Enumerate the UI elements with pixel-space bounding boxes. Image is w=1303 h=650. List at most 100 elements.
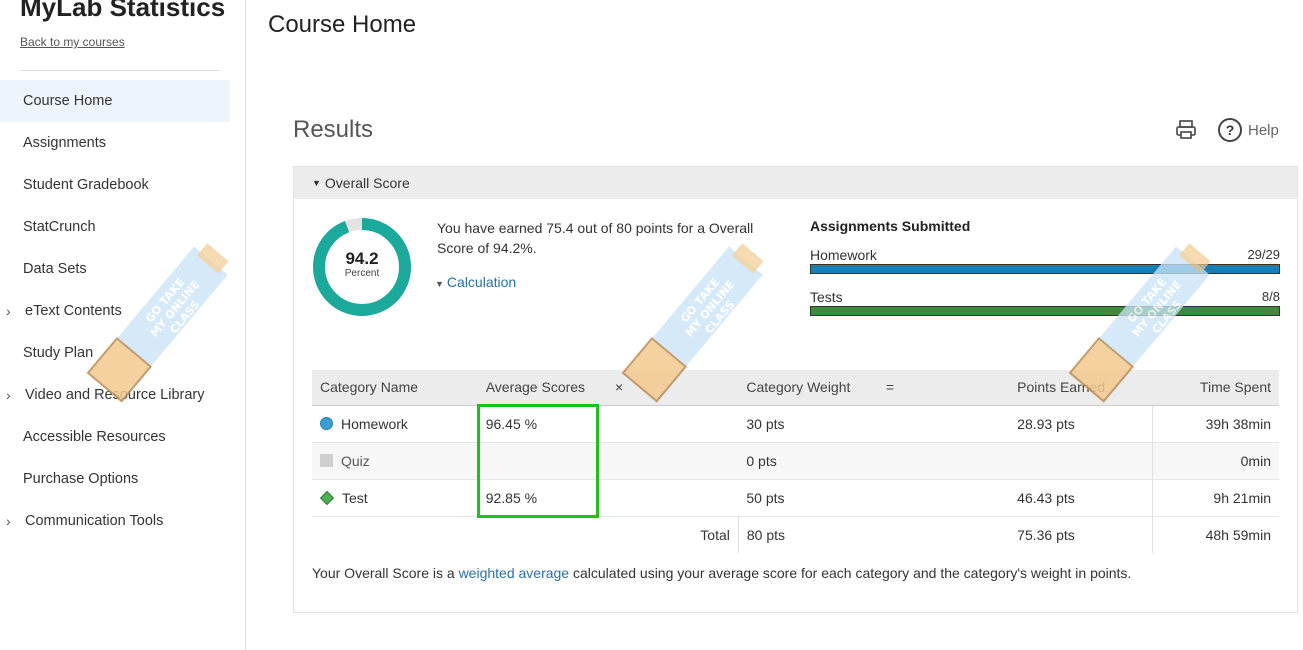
category-scores-table: Category Name Average Scores × Category …: [312, 370, 1279, 553]
spacer-cell: [877, 442, 1010, 480]
spacer-cell: [878, 516, 1009, 553]
table-row-total: Total 80 pts 75.36 pts 48h 59min: [312, 516, 1279, 553]
average-score-cell: 96.45 %: [477, 405, 608, 443]
table-row-quiz: Quiz 0 pts 0min: [312, 442, 1279, 480]
col-average-scores: Average Scores: [477, 370, 608, 406]
tests-submitted-label: Tests: [810, 289, 843, 305]
sidebar-item-label: Video and Resource Library: [25, 387, 205, 403]
average-score-cell: [477, 442, 608, 480]
sidebar-item-label: Student Gradebook: [23, 177, 149, 193]
category-cell: Test: [312, 479, 478, 517]
sidebar-item-label: eText Contents: [25, 303, 122, 319]
tests-submitted-count: 8/8: [1261, 289, 1280, 304]
sidebar-item-data-sets[interactable]: Data Sets: [0, 248, 245, 290]
points-cell: 28.93 pts: [1009, 405, 1153, 443]
sidebar-item-accessible-resources[interactable]: Accessible Resources: [0, 416, 245, 458]
sidebar-item-label: Accessible Resources: [23, 429, 166, 445]
homework-progress-bar: [810, 264, 1280, 274]
spacer-cell: [607, 405, 739, 443]
weight-cell: 50 pts: [738, 479, 878, 517]
calculation-link-label: Calculation: [446, 274, 517, 290]
print-icon[interactable]: [1174, 119, 1198, 141]
tests-progress-fill: [811, 307, 1279, 315]
spacer-cell: [607, 479, 739, 517]
spacer-cell: [877, 405, 1010, 443]
sidebar-item-study-plan[interactable]: Study Plan: [0, 332, 245, 374]
overall-score-header: Overall Score: [324, 175, 410, 191]
sidebar-item-video-resource-library[interactable]: › Video and Resource Library: [0, 374, 245, 416]
caret-down-icon: ▼: [435, 279, 444, 289]
col-time-spent: Time Spent: [1152, 370, 1279, 406]
homework-progress-fill: [811, 265, 1279, 273]
weight-cell: 0 pts: [738, 442, 878, 480]
sidebar-item-label: StatCrunch: [23, 219, 96, 235]
homework-submitted-label: Homework: [810, 247, 877, 263]
average-score-cell: 92.85 %: [477, 479, 608, 517]
help-label: Help: [1248, 121, 1279, 139]
col-category-weight: Category Weight: [738, 370, 878, 406]
col-equals-symbol: =: [877, 370, 1010, 406]
weighted-average-link[interactable]: weighted average: [459, 565, 570, 581]
tests-progress-bar: [810, 306, 1280, 316]
total-label: Total: [700, 526, 730, 543]
score-unit: Percent: [344, 268, 380, 279]
overall-score-footnote: Your Overall Score is a weighted average…: [312, 565, 1131, 581]
sidebar: MyLab Statistics Back to my courses Cour…: [0, 0, 246, 650]
total-time: 48h 59min: [1152, 516, 1279, 553]
quiz-square-icon: [320, 454, 333, 467]
sidebar-item-label: Communication Tools: [25, 513, 164, 529]
sidebar-item-label: Assignments: [23, 135, 107, 151]
homework-circle-icon: [320, 417, 333, 430]
back-to-courses-link[interactable]: Back to my courses: [20, 35, 125, 49]
sidebar-item-statcrunch[interactable]: StatCrunch: [0, 206, 245, 248]
weight-cell: 30 pts: [738, 405, 878, 443]
help-button[interactable]: ? Help: [1218, 118, 1279, 142]
sidebar-item-assignments[interactable]: Assignments: [0, 122, 245, 164]
assignments-submitted-title: Assignments Submitted: [810, 218, 971, 234]
sidebar-item-etext-contents[interactable]: › eText Contents: [0, 290, 245, 332]
results-title: Results: [293, 116, 374, 143]
earned-summary: You have earned 75.4 out of 80 points fo…: [437, 220, 754, 256]
chevron-right-icon: ›: [6, 387, 11, 403]
total-points: 75.36 pts: [1017, 526, 1075, 543]
sidebar-item-course-home[interactable]: Course Home: [0, 80, 230, 122]
sidebar-item-purchase-options[interactable]: Purchase Options: [0, 458, 245, 500]
app-title: MyLab Statistics: [20, 0, 226, 22]
donut-label-group: 94.2 Percent: [312, 249, 412, 280]
sidebar-nav: Course Home Assignments Student Gradeboo…: [0, 80, 245, 542]
sidebar-item-label: Data Sets: [23, 261, 87, 277]
sidebar-item-communication-tools[interactable]: › Communication Tools: [0, 500, 245, 542]
caret-down-icon: ▼: [312, 178, 321, 188]
sidebar-item-label: Study Plan: [23, 345, 94, 361]
chevron-right-icon: ›: [6, 303, 11, 319]
score-value: 94.2: [345, 249, 379, 268]
homework-submitted-count: 29/29: [1247, 247, 1280, 262]
col-category-name: Category Name: [312, 370, 478, 406]
page-title: Course Home: [268, 11, 417, 38]
overall-score-panel: ▼ Overall Score 94.2 Percent You have ea…: [293, 166, 1298, 613]
time-cell: 39h 38min: [1152, 405, 1279, 443]
sidebar-item-label: Course Home: [23, 93, 113, 109]
help-icon: ?: [1218, 118, 1242, 142]
category-name: Test: [342, 489, 368, 506]
time-cell: 0min: [1152, 442, 1279, 480]
footnote-text-end: calculated using your average score for …: [569, 565, 1132, 581]
overall-score-toggle[interactable]: ▼ Overall Score: [294, 167, 1297, 199]
calculation-toggle[interactable]: ▼ Calculation: [435, 274, 516, 290]
category-name: Homework: [341, 415, 408, 432]
sidebar-divider: [20, 70, 220, 71]
table-header-row: Category Name Average Scores × Category …: [312, 370, 1279, 406]
table-row-test: Test 92.85 % 50 pts 46.43 pts 9h 21min: [312, 479, 1279, 517]
category-name: Quiz: [341, 452, 370, 469]
category-cell: Homework: [312, 405, 478, 443]
table-row-homework: Homework 96.45 % 30 pts 28.93 pts 39h 38…: [312, 405, 1279, 443]
col-times-symbol: ×: [607, 370, 739, 406]
footnote-text: Your Overall Score is a: [312, 565, 459, 581]
category-cell: Quiz: [312, 442, 478, 480]
col-points-earned: Points Earned: [1009, 370, 1153, 406]
tests-submitted-row: Tests 8/8: [810, 289, 1280, 316]
sidebar-item-label: Purchase Options: [23, 471, 139, 487]
homework-submitted-row: Homework 29/29: [810, 247, 1280, 274]
sidebar-item-student-gradebook[interactable]: Student Gradebook: [0, 164, 245, 206]
spacer-cell: [607, 442, 739, 480]
